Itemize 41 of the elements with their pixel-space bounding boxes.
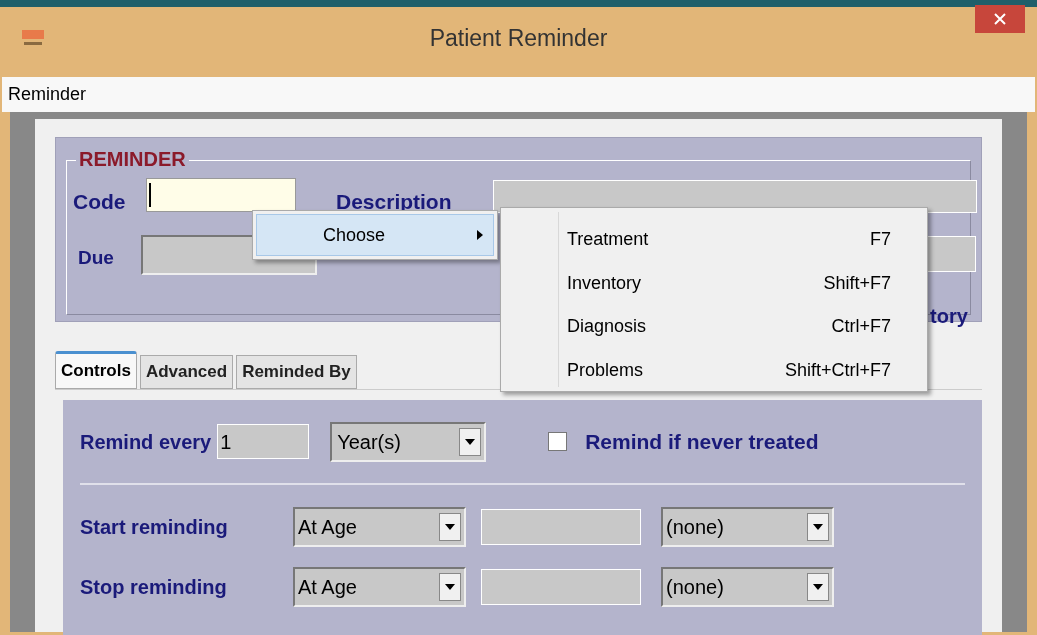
window-title: Patient Reminder	[428, 23, 609, 53]
dropdown-value: Year(s)	[337, 429, 401, 455]
shortcut-text: F7	[870, 228, 891, 252]
code-input-field[interactable]	[146, 178, 296, 212]
field-label: Start reminding	[80, 515, 229, 540]
unit-dropdown[interactable]: (none)	[661, 507, 834, 547]
shortcut-text: Ctrl+F7	[831, 315, 891, 339]
menu-item[interactable]: Reminder	[8, 81, 87, 108]
dropdown-value: At Age	[298, 515, 357, 540]
menu-item[interactable]: Diagnosis Ctrl+F7	[567, 305, 891, 349]
mode-dropdown[interactable]: At Age	[293, 567, 466, 607]
menu-item[interactable]: Treatment F7	[567, 218, 891, 262]
dropdown-value: (none)	[666, 575, 724, 600]
shortcut-text: Shift+Ctrl+F7	[784, 358, 891, 382]
menu-item[interactable]: Problems Shift+Ctrl+F7	[567, 348, 891, 392]
field-label: Due	[78, 246, 114, 270]
dropdown-value: (none)	[666, 515, 724, 540]
menu-item[interactable]: Inventory Shift+F7	[567, 261, 891, 305]
mode-dropdown[interactable]: At Age	[293, 507, 466, 547]
checkbox-label: Remind if never treated	[585, 428, 819, 455]
field-label: tory	[930, 304, 968, 329]
unit-dropdown[interactable]: (none)	[661, 567, 834, 607]
field-label: Stop reminding	[80, 575, 228, 600]
menu-item[interactable]: Choose	[256, 214, 494, 256]
checkbox[interactable]	[548, 432, 568, 451]
unit-dropdown[interactable]: Year(s)	[330, 421, 487, 462]
tab[interactable]: Controls	[55, 351, 137, 389]
input-field[interactable]: 1	[217, 424, 310, 459]
field-label: Description	[336, 189, 452, 215]
close-icon	[994, 13, 1006, 25]
input-field[interactable]	[926, 236, 976, 272]
close-button[interactable]	[975, 5, 1025, 33]
dropdown-value: At Age	[298, 575, 357, 600]
shortcut-text: Shift+F7	[823, 271, 891, 295]
submenu-arrow-icon	[477, 230, 483, 240]
field-label: Code	[73, 189, 126, 215]
tab[interactable]: Reminded By	[236, 355, 357, 389]
field-label: Remind every	[80, 429, 212, 455]
tab[interactable]: Advanced	[139, 355, 234, 389]
input-field[interactable]	[481, 509, 641, 545]
input-field[interactable]	[481, 569, 641, 605]
